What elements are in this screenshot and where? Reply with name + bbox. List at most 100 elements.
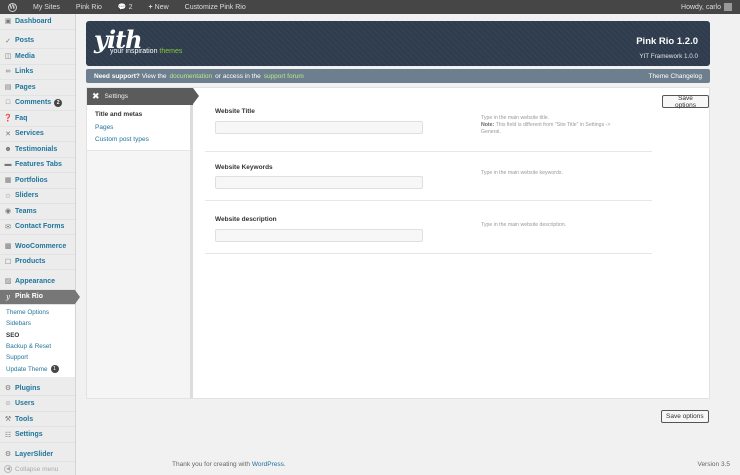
plugin-icon: ⚙: [4, 385, 12, 393]
menu-label: Appearance: [15, 277, 56, 285]
comments-badge: 2: [54, 98, 63, 107]
menu-faq[interactable]: ❓ Faq: [0, 111, 75, 127]
menu-label: Settings: [15, 431, 43, 439]
woocommerce-icon: ▩: [4, 243, 12, 251]
website-description-input[interactable]: [215, 229, 423, 242]
save-options-button-bottom[interactable]: Save options: [661, 410, 709, 423]
submenu-support[interactable]: Support: [0, 352, 75, 363]
support-lead: Need support?: [94, 72, 140, 80]
menu-pages[interactable]: ▤ Pages: [0, 80, 75, 96]
theme-changelog-link[interactable]: Theme Changelog: [649, 73, 702, 80]
menu-contact-forms[interactable]: ✉ Contact Forms: [0, 220, 75, 235]
media-icon: ◫: [4, 53, 12, 61]
wordpress-logo-icon: W: [8, 2, 17, 12]
footer-thanks: Thank you for creating with WordPress.: [172, 461, 286, 468]
field-label: Website description: [215, 216, 277, 223]
field-label: Website Title: [215, 108, 255, 115]
theme-header-banner: yith your inspiration themes Pink Rio 1.…: [86, 21, 710, 66]
plus-icon: +: [148, 3, 153, 11]
menu-woocommerce[interactable]: ▩ WooCommerce: [0, 239, 75, 255]
menu-services[interactable]: ✕ Services: [0, 127, 75, 142]
menu-comments[interactable]: □ Comments 2: [0, 96, 75, 111]
nav-pages[interactable]: Pages: [95, 122, 190, 135]
tools-icon: ✖: [92, 91, 100, 101]
menu-label: Pages: [15, 83, 36, 91]
framework-version: YIT Framework 1.0.0: [639, 53, 698, 60]
settings-tab[interactable]: ✖ Settings: [87, 88, 199, 105]
menu-label: Users: [15, 400, 35, 408]
menu-appearance[interactable]: ▨ Appearance: [0, 274, 75, 290]
my-sites-link[interactable]: My Sites: [25, 0, 68, 14]
support-forum-link[interactable]: support forum: [264, 73, 304, 80]
note-label: Note:: [481, 122, 495, 128]
submenu-label: Update Theme: [6, 365, 48, 373]
menu-label: Products: [15, 258, 46, 266]
admin-sidebar: ▣ Dashboard ✓ Posts ◫ Media ∞ Links ▤ Pages □…: [0, 14, 80, 475]
footer-version: Version 3.5: [697, 461, 730, 468]
menu-products[interactable]: ☐ Products: [0, 255, 75, 270]
options-nav: ✖ Settings Title and metas Pages Custom …: [87, 88, 199, 398]
menu-sliders[interactable]: ☆ Sliders: [0, 189, 75, 204]
mail-icon: ✉: [5, 223, 11, 231]
submenu-theme-options[interactable]: Theme Options: [0, 307, 75, 318]
menu-layerslider[interactable]: ⚙ LayerSlider: [0, 447, 75, 463]
menu-label: Teams: [15, 207, 37, 215]
nav-custom-post-types[interactable]: Custom post types: [95, 134, 190, 147]
menu-portfolios[interactable]: ▦ Portfolios: [0, 173, 75, 189]
menu-tools[interactable]: ⚒ Tools: [0, 412, 75, 428]
comments-link[interactable]: 💬 2: [110, 0, 141, 14]
options-panel: ✖ Settings Title and metas Pages Custom …: [86, 87, 710, 399]
tools-icon: ⚒: [4, 416, 12, 424]
nav-title-and-metas[interactable]: Title and metas: [95, 109, 190, 122]
menu-plugins[interactable]: ⚙ Plugins: [0, 381, 75, 397]
menu-label: Portfolios: [15, 176, 48, 184]
menu-label: Tools: [15, 415, 34, 423]
options-subnav: Title and metas Pages Custom post types: [87, 105, 190, 151]
menu-pink-rio[interactable]: y Pink Rio: [0, 289, 80, 305]
save-options-button-top[interactable]: Save options: [662, 95, 709, 109]
menu-label: Testimonials: [15, 145, 58, 153]
menu-settings[interactable]: ☷ Settings: [0, 427, 75, 443]
howdy-user-menu[interactable]: Howdy, carlo: [673, 0, 740, 14]
menu-media[interactable]: ◫ Media: [0, 49, 75, 65]
wordpress-link[interactable]: WordPress.: [252, 461, 286, 468]
menu-users[interactable]: ☺ Users: [0, 396, 75, 412]
site-name-link[interactable]: Pink Rio: [68, 0, 110, 14]
menu-dashboard[interactable]: ▣ Dashboard: [0, 14, 75, 30]
menu-label: Links: [15, 68, 34, 76]
menu-teams[interactable]: ◉ Teams: [0, 204, 75, 220]
customize-link[interactable]: Customize Pink Rio: [177, 0, 254, 14]
menu-label: Posts: [15, 37, 35, 45]
tab-icon: ▬: [4, 161, 12, 169]
website-title-input[interactable]: [215, 121, 423, 134]
tagline-highlight: themes: [159, 48, 183, 55]
field-label: Website Keywords: [215, 164, 273, 171]
logo-tagline: your inspiration themes: [110, 48, 182, 55]
submenu-sidebars[interactable]: Sidebars: [0, 318, 75, 329]
submenu-seo[interactable]: SEO: [0, 330, 75, 341]
new-label: New: [154, 3, 169, 11]
menu-testimonials[interactable]: ☻ Testimonials: [0, 142, 75, 158]
menu-features-tabs[interactable]: ▬ Features Tabs: [0, 158, 75, 173]
menu-label: Sliders: [15, 192, 39, 200]
comments-count: 2: [128, 3, 133, 11]
team-icon: ◉: [4, 208, 12, 216]
menu-links[interactable]: ∞ Links: [0, 65, 75, 80]
documentation-link[interactable]: documentation: [170, 73, 213, 80]
new-content-link[interactable]: + New: [141, 0, 177, 14]
menu-label: Comments: [15, 99, 52, 107]
website-keywords-input[interactable]: [215, 176, 423, 189]
link-icon: ∞: [5, 68, 11, 76]
users-icon: ☺: [4, 400, 12, 408]
submenu-update-theme[interactable]: Update Theme 1: [0, 363, 75, 374]
avatar: [724, 3, 732, 11]
footer-thanks-text: Thank you for creating with: [172, 461, 251, 468]
admin-bar: W My Sites Pink Rio 💬 2 + New Customize …: [0, 0, 740, 14]
wordpress-logo-button[interactable]: W: [0, 0, 25, 14]
menu-posts[interactable]: ✓ Posts: [0, 34, 75, 49]
menu-label: Plugins: [15, 384, 41, 392]
tools-icon: ✕: [5, 130, 11, 138]
gear-icon: ⚙: [4, 451, 12, 459]
submenu-backup-reset[interactable]: Backup & Reset: [0, 341, 75, 352]
collapse-menu-button[interactable]: ◀ Collapse menu: [0, 462, 75, 475]
